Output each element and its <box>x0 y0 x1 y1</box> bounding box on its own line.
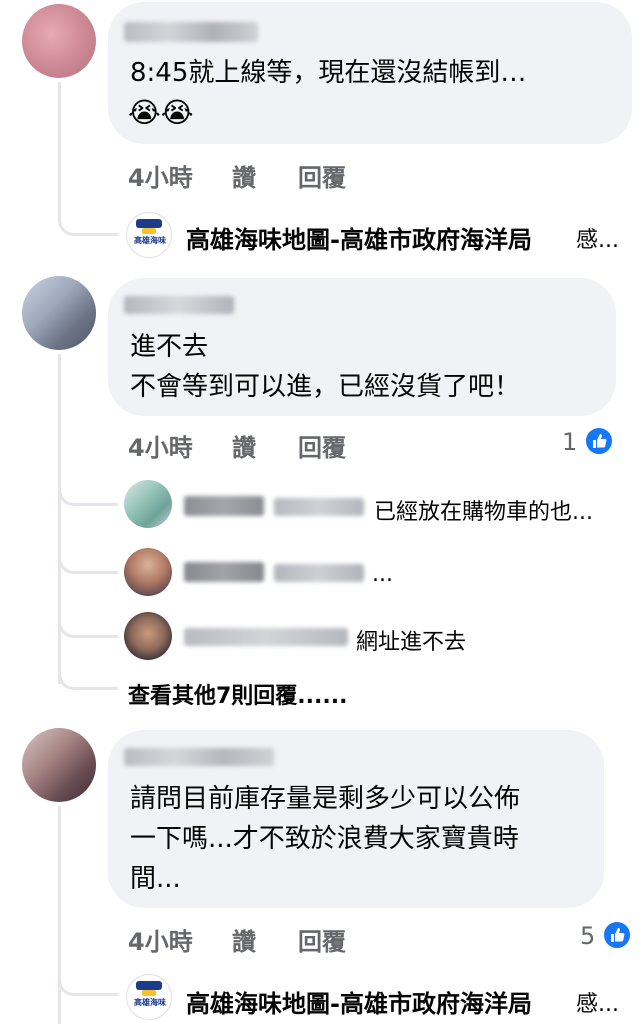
comment-text: 進不去 <box>130 332 209 362</box>
replier-name[interactable] <box>274 498 364 516</box>
thread-elbow <box>58 470 118 506</box>
like-button[interactable]: 讚 <box>232 922 256 957</box>
commenter-avatar[interactable] <box>22 276 96 350</box>
logo-text: 高雄海味 <box>134 236 166 245</box>
replier-name[interactable] <box>184 628 348 646</box>
comment-timestamp[interactable]: 4小時 <box>128 158 193 193</box>
replier-avatar[interactable] <box>124 548 172 596</box>
thread-elbow <box>58 180 118 236</box>
thumbs-up-icon[interactable] <box>584 426 614 456</box>
page-logo-avatar[interactable]: 高雄海味 <box>126 974 172 1020</box>
replier-avatar[interactable] <box>124 612 172 660</box>
replier-avatar[interactable] <box>124 480 172 528</box>
comment-emoji: 😭😭 <box>128 96 194 129</box>
thread-line <box>58 82 61 182</box>
reply-author-name[interactable]: 高雄海味地圖-高雄市政府海洋局 <box>186 984 532 1019</box>
page-logo-avatar[interactable]: 高雄海味 <box>126 212 172 258</box>
thread-elbow <box>58 604 118 638</box>
commenter-name[interactable] <box>124 748 274 766</box>
replier-name[interactable] <box>184 496 264 516</box>
logo-text: 高雄海味 <box>134 998 166 1007</box>
comment-text: 不會等到可以進，已經沒貨了吧！ <box>130 372 521 402</box>
replier-name[interactable] <box>274 564 364 582</box>
comment-text: 8:45就上線等，現在還沒結帳到… <box>130 58 527 88</box>
reply-snippet[interactable]: 已經放在購物車的也... <box>374 494 593 526</box>
like-button[interactable]: 讚 <box>232 158 256 193</box>
reply-button[interactable]: 回覆 <box>298 428 346 463</box>
comment-timestamp[interactable]: 4小時 <box>128 922 193 957</box>
reply-author-name[interactable]: 高雄海味地圖-高雄市政府海洋局 <box>186 220 532 255</box>
comment-text: 間... <box>130 864 181 894</box>
reply-snippet[interactable]: ... <box>372 562 393 587</box>
commenter-avatar[interactable] <box>22 4 96 78</box>
commenter-name[interactable] <box>124 22 258 42</box>
reply-snippet[interactable]: 感... <box>576 222 619 254</box>
replier-name[interactable] <box>184 562 264 582</box>
reaction-count[interactable]: 5 <box>580 922 595 950</box>
view-more-replies-link[interactable]: 查看其他7則回覆...... <box>128 678 347 710</box>
reply-button[interactable]: 回覆 <box>298 158 346 193</box>
thumbs-up-icon[interactable] <box>602 920 632 950</box>
comment-timestamp[interactable]: 4小時 <box>128 428 193 463</box>
thread-elbow <box>58 960 118 996</box>
thread-elbow <box>58 540 118 574</box>
thread-line <box>58 354 61 684</box>
commenter-avatar[interactable] <box>22 728 96 802</box>
comment-text: 請問目前庫存量是剩多少可以公佈 <box>130 784 521 814</box>
reply-snippet[interactable]: 網址進不去 <box>356 624 466 656</box>
reaction-count[interactable]: 1 <box>562 428 577 456</box>
reply-button[interactable]: 回覆 <box>298 922 346 957</box>
reply-snippet[interactable]: 感... <box>576 986 619 1018</box>
thread-line <box>58 806 61 1024</box>
comment-text: 一下嗎...才不致於浪費大家寶貴時 <box>130 824 519 854</box>
like-button[interactable]: 讚 <box>232 428 256 463</box>
thread-elbow <box>58 656 118 690</box>
commenter-name[interactable] <box>124 296 234 314</box>
